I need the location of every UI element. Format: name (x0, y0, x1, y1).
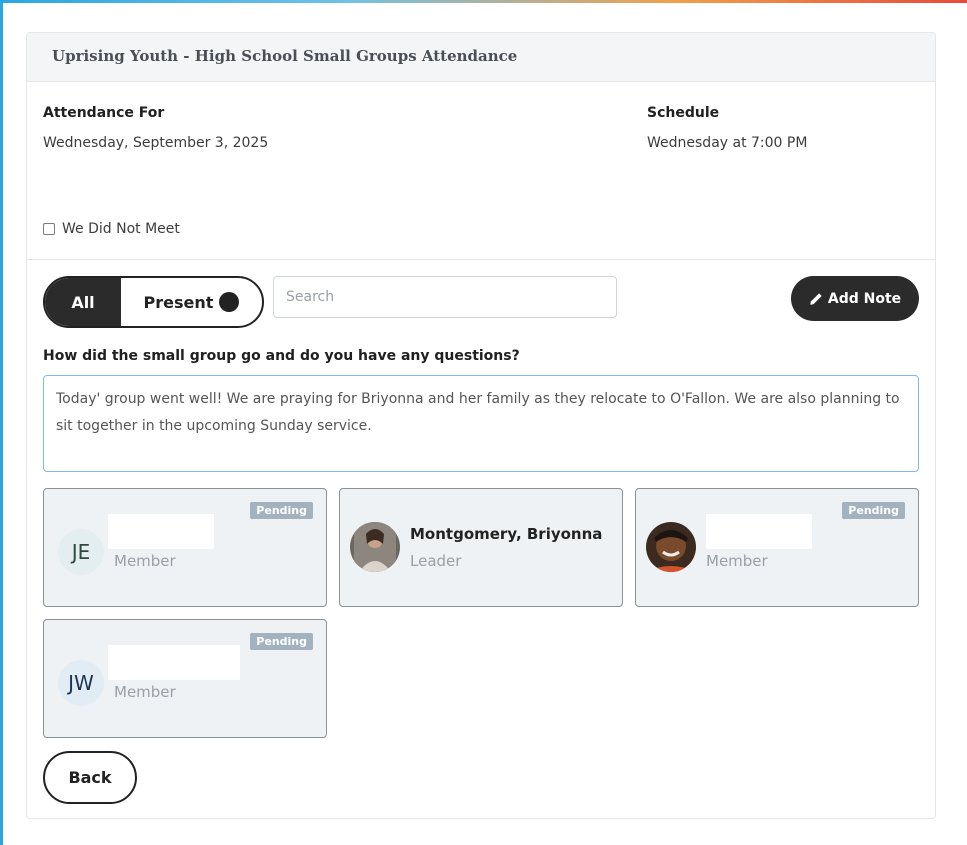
did-not-meet-checkbox[interactable] (43, 223, 55, 235)
redacted-name (108, 514, 214, 549)
member-role: Leader (410, 552, 462, 570)
member-card[interactable]: Pending JE Member (43, 488, 327, 607)
member-role: Member (114, 683, 176, 701)
schedule-section: Schedule Wednesday at 7:00 PM (647, 105, 807, 151)
top-accent-bar (0, 0, 967, 3)
status-badge: Pending (842, 502, 905, 519)
member-role: Member (706, 552, 768, 570)
attendance-panel: Uprising Youth - High School Small Group… (26, 32, 936, 819)
member-card[interactable]: Pending JW Member (43, 619, 327, 738)
member-initials-avatar: JW (58, 660, 104, 706)
member-initials-avatar: JE (58, 529, 104, 575)
redacted-name (108, 645, 240, 680)
notes-question-label: How did the small group go and do you ha… (43, 348, 520, 364)
member-name: Montgomery, Briyonna (410, 525, 603, 543)
schedule-value: Wednesday at 7:00 PM (647, 135, 808, 151)
member-card[interactable]: Montgomery, Briyonna Leader (339, 488, 623, 607)
member-card[interactable]: Pending Member (635, 488, 919, 607)
status-badge: Pending (250, 633, 313, 650)
member-role: Member (114, 552, 176, 570)
toggle-knob-icon (219, 292, 240, 312)
member-photo-avatar (350, 522, 400, 572)
schedule-label: Schedule (647, 105, 720, 121)
filter-present-option[interactable]: Present (121, 278, 262, 326)
attendance-date: Wednesday, September 3, 2025 (43, 135, 269, 151)
left-accent-bar (0, 0, 3, 845)
member-photo-avatar (646, 522, 696, 572)
add-note-label: Add Note (827, 290, 902, 307)
filter-all-option[interactable]: All (45, 278, 121, 326)
section-divider (27, 259, 935, 260)
redacted-name (706, 514, 812, 549)
status-badge: Pending (250, 502, 313, 519)
panel-header: Uprising Youth - High School Small Group… (27, 33, 935, 82)
did-not-meet-label: We Did Not Meet (62, 221, 180, 237)
notes-textarea[interactable]: Today' group went well! We are praying f… (43, 375, 919, 472)
add-note-button[interactable]: Add Note (791, 276, 919, 321)
attendance-for-label: Attendance For (43, 105, 165, 121)
back-button[interactable]: Back (43, 751, 137, 804)
filter-present-label: Present (143, 292, 214, 312)
page-title: Uprising Youth - High School Small Group… (52, 47, 518, 65)
did-not-meet-option[interactable]: We Did Not Meet (43, 221, 180, 237)
pencil-icon (810, 292, 822, 305)
filter-toggle[interactable]: All Present (43, 276, 264, 328)
search-input[interactable] (273, 276, 617, 318)
attendance-for-section: Attendance For Wednesday, September 3, 2… (43, 105, 268, 151)
